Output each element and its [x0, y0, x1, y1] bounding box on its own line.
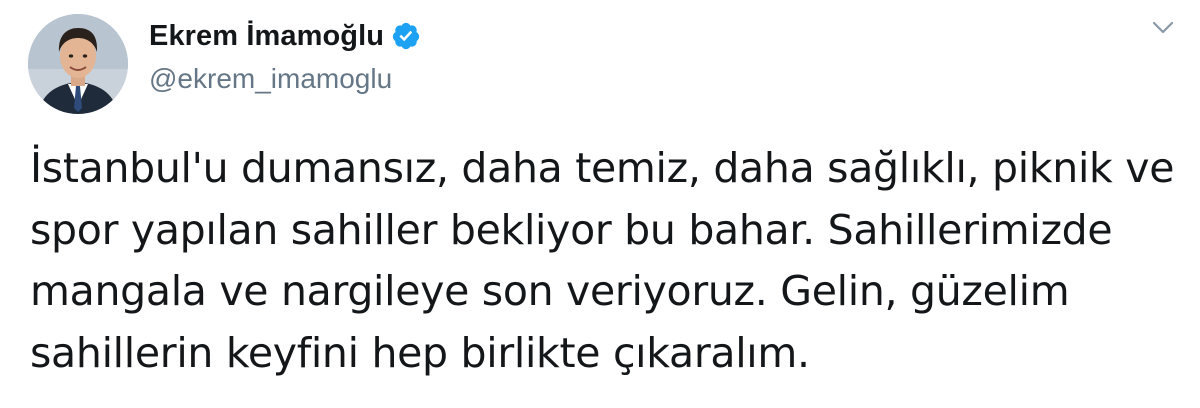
chevron-down-icon[interactable]: [1152, 20, 1174, 36]
tweet-text-line: İstanbul'u dumansız, daha temiz, daha sa…: [30, 144, 1175, 192]
tweet-text: İstanbul'u dumansız, daha temiz, daha sa…: [30, 138, 1180, 384]
tweet-text-line: mangala ve nargileye son veriyoruz. Geli…: [30, 267, 1070, 315]
avatar[interactable]: [28, 14, 128, 114]
name-row: Ekrem İmamoğlu: [149, 18, 421, 54]
verified-badge-icon: [391, 21, 421, 51]
tweet-card: Ekrem İmamoğlu @ekrem_imamoglu İstanbul'…: [0, 0, 1200, 408]
user-handle[interactable]: @ekrem_imamoglu: [149, 63, 421, 95]
tweet-text-line: spor yapılan sahiller bekliyor bu bahar.…: [30, 205, 1113, 254]
display-name[interactable]: Ekrem İmamoğlu: [149, 20, 384, 53]
avatar-image: [28, 14, 128, 114]
tweet-text-line: sahillerin keyfini hep birlikte çıkaralı…: [30, 328, 810, 377]
user-info: Ekrem İmamoğlu @ekrem_imamoglu: [149, 18, 421, 95]
